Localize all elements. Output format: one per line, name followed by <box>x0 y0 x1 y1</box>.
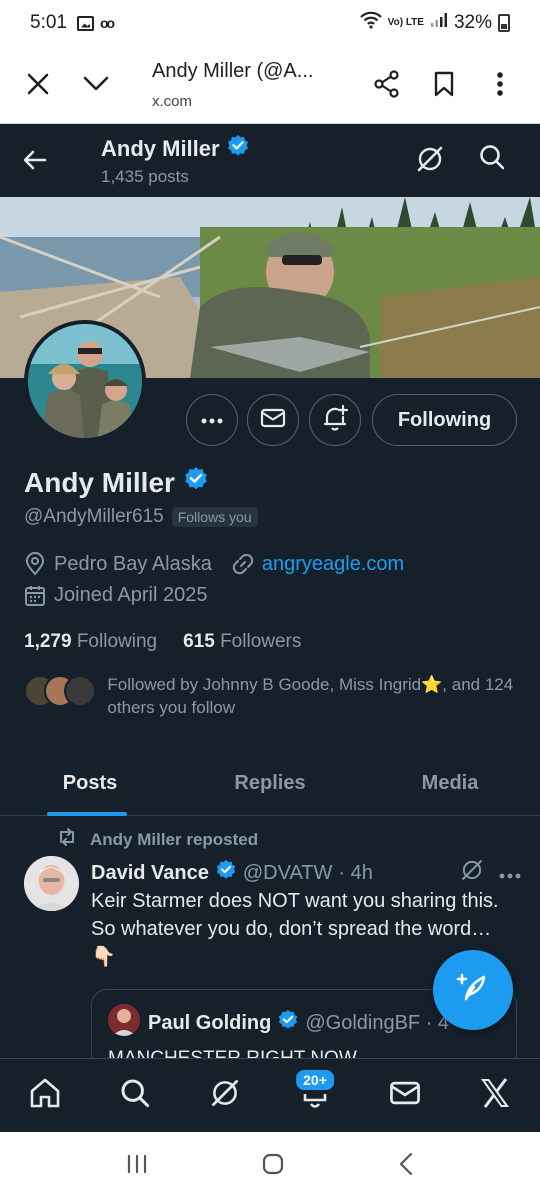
nav-search[interactable] <box>105 1066 165 1126</box>
bell-icon <box>300 1092 330 1117</box>
followed-by-text: Followed by Johnny B Goode, Miss Ingrid⭐… <box>107 675 514 717</box>
tweet-more-icon[interactable] <box>499 862 521 885</box>
bell-plus-icon <box>321 404 349 437</box>
tweet-author-avatar[interactable] <box>24 856 79 911</box>
home-circle-icon[interactable] <box>261 1152 285 1181</box>
nav-grok[interactable] <box>195 1066 255 1126</box>
status-bar: 5:01 oo Vo) LTE 32% <box>0 0 540 46</box>
system-back-icon[interactable] <box>398 1152 414 1181</box>
profile-name-row: Andy Miller <box>24 466 209 499</box>
repost-icon <box>56 828 78 851</box>
nav-home[interactable] <box>15 1066 75 1126</box>
system-nav-bar <box>0 1132 540 1200</box>
gallery-icon <box>76 15 94 31</box>
lte-indicator: Vo) LTE <box>387 17 424 28</box>
following-count: 1,279 <box>24 631 72 652</box>
follow-counts: 1,279 Following 615 Followers <box>24 631 301 653</box>
compose-feather-icon <box>456 971 490 1010</box>
verified-badge-icon <box>277 1009 299 1037</box>
repost-indicator: Andy Miller reposted <box>56 828 258 851</box>
tab-posts[interactable]: Posts <box>0 752 180 816</box>
follows-you-badge: Follows you <box>171 507 258 527</box>
verified-badge-icon <box>215 859 237 887</box>
header-name-row: Andy Miller <box>101 134 250 164</box>
message-button[interactable] <box>247 394 299 446</box>
following-button[interactable]: Following <box>372 394 517 446</box>
quote-author-name: Paul Golding <box>148 1011 272 1034</box>
grok-icon[interactable] <box>459 857 485 889</box>
nav-messages[interactable] <box>375 1066 435 1126</box>
followers-count-link[interactable]: 615 Followers <box>183 631 301 653</box>
following-label: Following <box>76 631 158 652</box>
link-icon <box>232 553 254 575</box>
tweet-author-name[interactable]: David Vance <box>91 862 209 885</box>
profile-tabs: Posts Replies Media <box>0 752 540 816</box>
mutual-followers[interactable]: Followed by Johnny B Goode, Miss Ingrid⭐… <box>24 673 524 719</box>
tab-media[interactable]: Media <box>360 752 540 815</box>
search-icon <box>119 1077 151 1114</box>
recent-apps-icon[interactable] <box>126 1154 148 1179</box>
nav-notifications[interactable]: 20+ <box>285 1066 345 1126</box>
voicemail-icon: oo <box>99 15 115 31</box>
tweet-time[interactable]: · 4h <box>338 862 372 885</box>
tab-replies[interactable]: Replies <box>180 752 360 815</box>
tweet-author-handle[interactable]: @DVATW <box>243 862 333 885</box>
calendar-icon <box>24 585 46 607</box>
followers-count: 615 <box>183 631 215 652</box>
search-icon[interactable] <box>478 143 506 176</box>
battery-icon <box>498 14 510 32</box>
profile-name: Andy Miller <box>24 466 175 498</box>
profile-joined-date: Joined April 2025 <box>54 584 208 606</box>
mail-icon <box>389 1080 421 1111</box>
bookmark-icon[interactable] <box>424 64 464 104</box>
profile-avatar[interactable] <box>24 320 146 442</box>
following-count-link[interactable]: 1,279 Following <box>24 631 157 653</box>
mutual-avatars <box>24 673 96 709</box>
header-name: Andy Miller <box>101 136 220 161</box>
compose-post-button[interactable] <box>433 950 513 1030</box>
grok-icon[interactable] <box>414 143 446 180</box>
profile-handle-row: @AndyMiller615 Follows you <box>24 506 258 528</box>
profile-website-link[interactable]: angryeagle.com <box>262 553 404 576</box>
nav-x-premium[interactable] <box>465 1066 525 1126</box>
battery-percent: 32% <box>453 12 492 33</box>
quote-author-avatar <box>108 1004 140 1036</box>
quote-author-handle: @GoldingBF · 4 <box>305 1011 450 1034</box>
more-vertical-icon[interactable] <box>480 64 520 104</box>
verified-badge-icon <box>226 134 250 164</box>
notifications-badge: 20+ <box>294 1067 336 1092</box>
wifi-icon <box>359 11 382 35</box>
back-arrow-icon[interactable] <box>20 145 50 180</box>
chevron-down-icon[interactable] <box>76 64 116 104</box>
notify-button[interactable] <box>309 394 361 446</box>
mutual-avatar <box>64 675 96 707</box>
location-pin-icon <box>24 552 46 576</box>
header-post-count: 1,435 posts <box>101 167 189 186</box>
profile-handle: @AndyMiller615 <box>24 506 164 527</box>
profile-joined-row: Joined April 2025 <box>24 584 207 607</box>
followers-label: Followers <box>220 631 302 652</box>
mail-icon <box>260 408 286 433</box>
profile-location: Pedro Bay Alaska <box>54 552 212 575</box>
repost-label: Andy Miller reposted <box>90 829 259 849</box>
page-url: x.com <box>152 93 193 110</box>
x-logo-icon <box>479 1078 511 1113</box>
bottom-nav: 20+ <box>0 1058 540 1132</box>
more-options-button[interactable] <box>186 394 238 446</box>
profile-meta-row: Pedro Bay Alaska angryeagle.com <box>24 552 404 576</box>
home-icon <box>28 1077 62 1114</box>
close-icon[interactable] <box>18 64 58 104</box>
share-icon[interactable] <box>367 64 407 104</box>
more-horizontal-icon <box>201 411 223 429</box>
verified-badge-icon <box>183 466 209 499</box>
browser-toolbar: Andy Miller (@A... x.com <box>0 46 540 124</box>
tweet-header: David Vance @DVATW · 4h <box>91 857 521 889</box>
page-title: Andy Miller (@A... <box>152 60 314 82</box>
grok-icon <box>208 1076 242 1115</box>
profile-header: Andy Miller 1,435 posts <box>0 125 540 197</box>
signal-icon <box>430 12 448 34</box>
status-time: 5:01 <box>30 12 67 33</box>
